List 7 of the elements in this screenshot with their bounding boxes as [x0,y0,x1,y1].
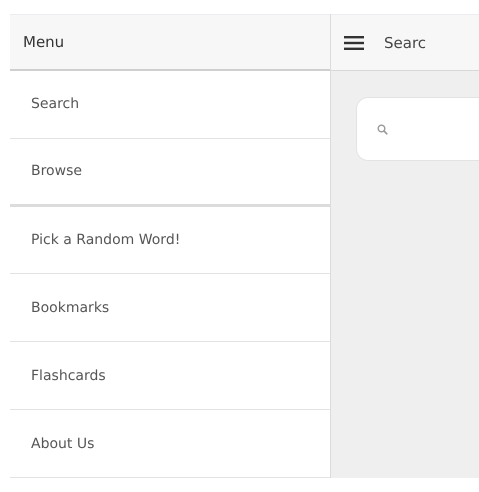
sidebar-title: Menu [23,32,64,51]
search-icon [377,124,388,134]
page-title: Searc [384,34,426,52]
search-field[interactable] [356,97,479,161]
menu-icon[interactable] [344,36,364,50]
menu-item[interactable]: Pick a Random Word! [10,206,330,274]
menu-item[interactable]: Browse [10,138,330,207]
